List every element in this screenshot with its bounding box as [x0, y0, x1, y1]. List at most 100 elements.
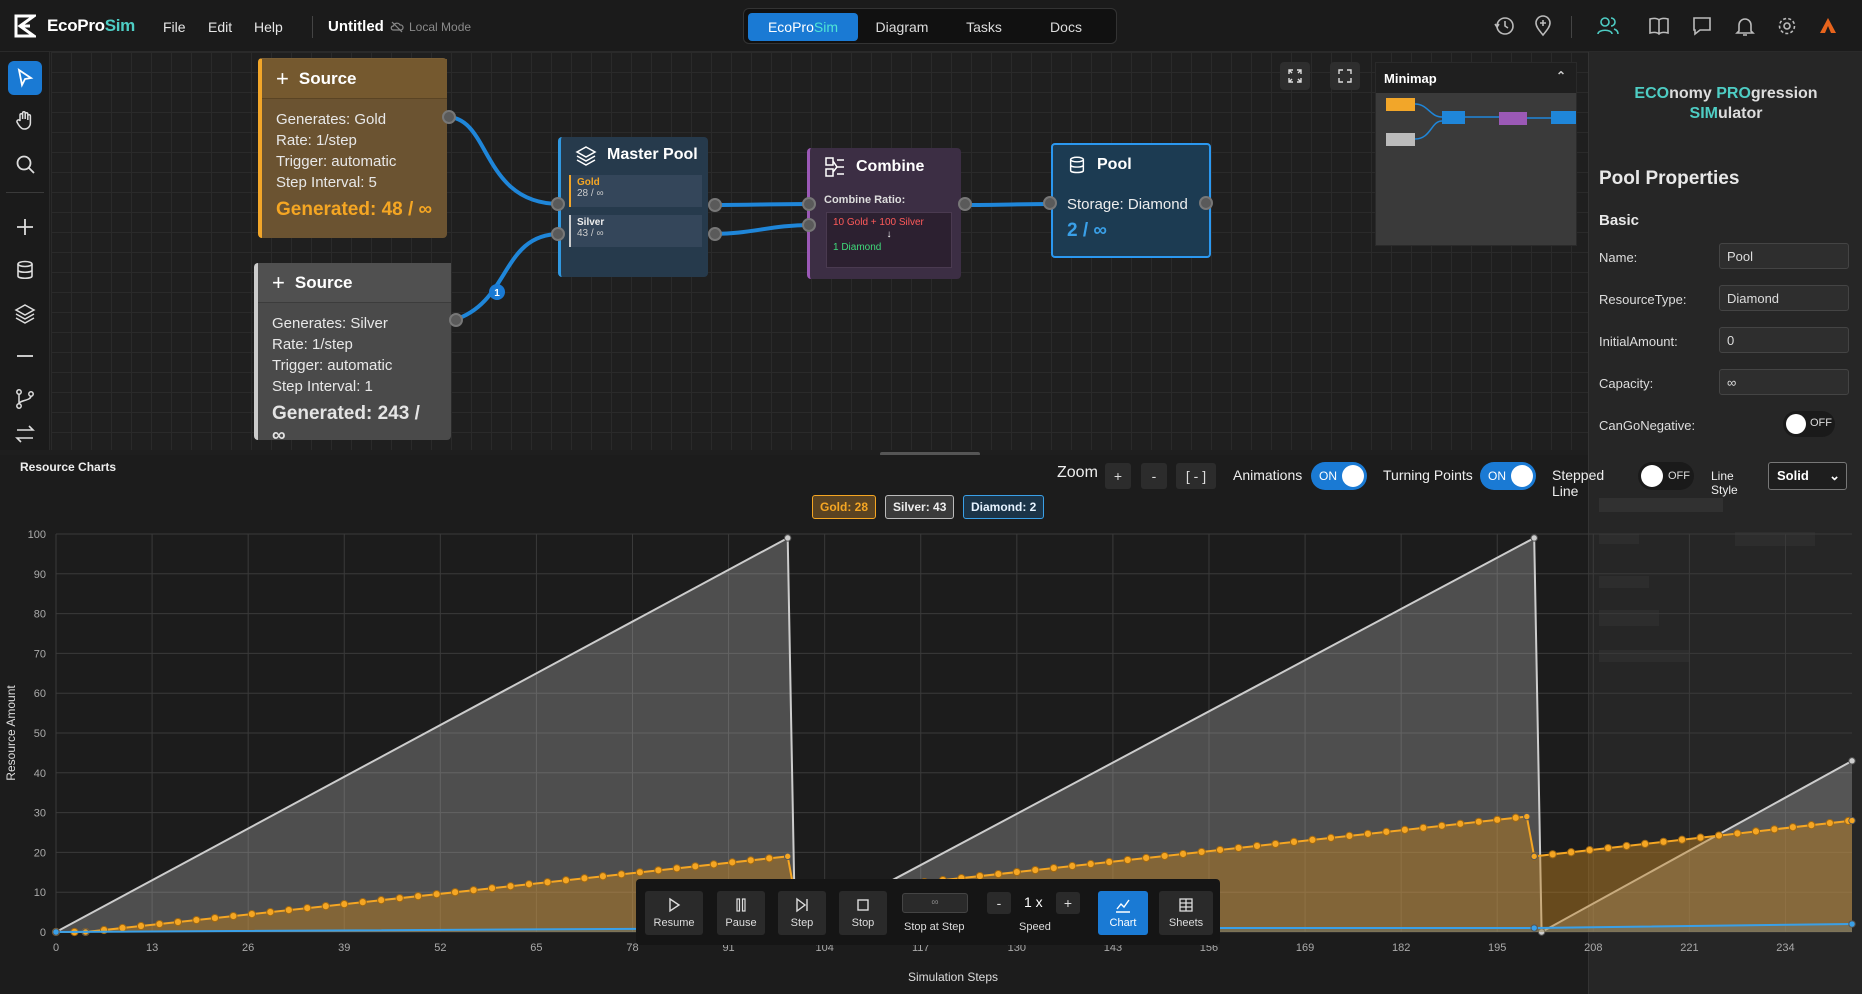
initial-amount-field[interactable] — [1719, 327, 1849, 353]
line-style-select[interactable]: Solid ⌄ — [1768, 462, 1847, 490]
book-icon[interactable] — [1643, 10, 1675, 42]
arrow-down-icon: ↓ — [886, 229, 892, 240]
menu-file[interactable]: File — [163, 19, 186, 35]
gold-turning-point — [1456, 819, 1465, 828]
gold-turning-point — [1640, 839, 1650, 848]
speed-decrease-button[interactable]: - — [987, 892, 1011, 914]
combine-node[interactable]: Combine Combine Ratio: 10 Gold + 100 Sil… — [802, 148, 972, 279]
bell-icon[interactable] — [1729, 10, 1761, 42]
chart-button[interactable]: Chart — [1098, 891, 1148, 935]
menu-edit[interactable]: Edit — [208, 19, 232, 35]
swap-tool[interactable] — [8, 422, 42, 446]
gold-turning-point — [247, 909, 256, 919]
gold-turning-point — [1548, 850, 1557, 859]
layers-tool[interactable] — [8, 296, 42, 330]
tab-docs[interactable]: Docs — [1026, 13, 1106, 41]
output-port[interactable] — [442, 110, 456, 124]
can-go-negative-toggle[interactable]: OFF — [1783, 411, 1835, 437]
tab-tasks[interactable]: Tasks — [952, 13, 1016, 41]
x-tick-label: 195 — [1488, 942, 1506, 954]
legend-diamond[interactable]: Diamond: 2 — [963, 495, 1045, 519]
resume-button[interactable]: Resume — [645, 891, 703, 935]
zoom-reset-button[interactable]: [ - ] — [1176, 463, 1216, 489]
animations-toggle[interactable]: ON — [1311, 462, 1367, 490]
fit-view-button[interactable] — [1280, 62, 1310, 90]
wire-combine-pool[interactable] — [962, 202, 1055, 207]
turning-points-toggle[interactable]: ON — [1480, 462, 1536, 490]
gold-turning-point — [1400, 825, 1409, 834]
source-node-gold[interactable]: + Source Generates: Gold Rate: 1/step Tr… — [258, 58, 456, 238]
search-tool[interactable] — [8, 147, 42, 181]
gold-turning-point — [691, 862, 700, 871]
source-node-silver[interactable]: + Source Generates: Silver Rate: 1/step … — [254, 263, 463, 446]
history-icon[interactable] — [1488, 10, 1520, 42]
pointer-tool[interactable] — [8, 61, 42, 95]
resource-type-field[interactable] — [1719, 285, 1849, 311]
x-tick-label: 169 — [1296, 942, 1314, 954]
speed-increase-button[interactable]: + — [1056, 892, 1080, 914]
pause-button[interactable]: Pause — [717, 891, 765, 935]
y-tick-label: 50 — [34, 728, 46, 740]
pool-tool[interactable] — [8, 253, 42, 287]
branch-tool[interactable] — [8, 382, 42, 416]
zoom-out-button[interactable]: - — [1141, 463, 1167, 489]
pool-node[interactable]: Pool Storage: Diamond 2 / ∞ — [1043, 143, 1213, 258]
y-tick-label: 0 — [40, 927, 46, 939]
chevron-up-icon[interactable]: ⌃ — [1556, 69, 1566, 83]
tab-diagram[interactable]: Diagram — [862, 13, 942, 41]
wire-master-silver[interactable] — [711, 223, 812, 236]
avatar-icon[interactable] — [1812, 10, 1844, 42]
input-port-gold[interactable] — [551, 197, 565, 211]
tab-ecoprosim[interactable]: EcoProSim — [748, 13, 858, 41]
capacity-field[interactable] — [1719, 369, 1849, 395]
master-pool-node[interactable]: Master Pool Gold 28 / ∞ Silver 43 / ∞ — [551, 137, 722, 277]
stop-button[interactable]: Stop — [839, 891, 887, 935]
output-port-silver[interactable] — [708, 227, 722, 241]
gold-turning-point — [1179, 849, 1188, 859]
legend-gold[interactable]: Gold: 28 — [812, 495, 877, 519]
input-port-gold[interactable] — [802, 197, 816, 211]
step-button[interactable]: Step — [778, 891, 826, 935]
fullscreen-button[interactable] — [1330, 62, 1360, 90]
users-icon[interactable] — [1592, 10, 1624, 42]
gold-turning-point — [451, 888, 460, 897]
output-port[interactable] — [1199, 196, 1213, 210]
input-port-silver[interactable] — [802, 218, 816, 232]
stop-at-step-label: Stop at Step — [904, 921, 965, 933]
drain-tool[interactable] — [8, 339, 42, 373]
hand-tool[interactable] — [8, 103, 42, 137]
node-generates: Generates: Gold — [276, 111, 387, 128]
slot-gold: Gold 28 / ∞ — [569, 175, 702, 207]
gold-turning-point — [1659, 837, 1668, 846]
wire-silver[interactable] — [453, 232, 561, 322]
sheets-button[interactable]: Sheets — [1159, 891, 1213, 935]
local-mode-label: Local Mode — [409, 20, 472, 34]
y-tick-label: 20 — [34, 847, 46, 859]
zoom-in-button[interactable]: + — [1105, 463, 1131, 489]
document-title[interactable]: Untitled — [328, 18, 384, 35]
input-port-silver[interactable] — [551, 227, 565, 241]
output-port[interactable] — [958, 197, 972, 211]
menu-help[interactable]: Help — [254, 19, 283, 35]
name-field[interactable] — [1719, 243, 1849, 269]
stepped-line-toggle[interactable]: OFF — [1638, 462, 1694, 490]
gold-turning-point — [210, 913, 220, 923]
output-port-gold[interactable] — [708, 198, 722, 212]
gold-turning-point — [1511, 813, 1520, 822]
settings-icon[interactable] — [1771, 10, 1803, 42]
x-axis-label: Simulation Steps — [908, 970, 998, 984]
chat-icon[interactable] — [1686, 10, 1718, 42]
field-label: ResourceType: — [1599, 292, 1687, 307]
slot-silver: Silver 43 / ∞ — [569, 215, 702, 247]
wire-master-gold[interactable] — [711, 202, 812, 207]
diamond-point — [52, 928, 60, 936]
add-node-tool[interactable] — [8, 210, 42, 244]
stop-at-step-input[interactable]: ∞ — [902, 893, 968, 913]
wire-gold[interactable] — [446, 115, 561, 206]
minimap[interactable]: Minimap ⌃ — [1375, 62, 1581, 246]
input-port[interactable] — [1043, 196, 1057, 210]
output-port[interactable] — [449, 313, 463, 327]
legend-silver[interactable]: Silver: 43 — [885, 495, 955, 519]
location-icon[interactable] — [1527, 10, 1559, 42]
diagram-canvas[interactable]: 1 + Source Generates: Gold Rate: 1/step … — [51, 52, 1588, 450]
